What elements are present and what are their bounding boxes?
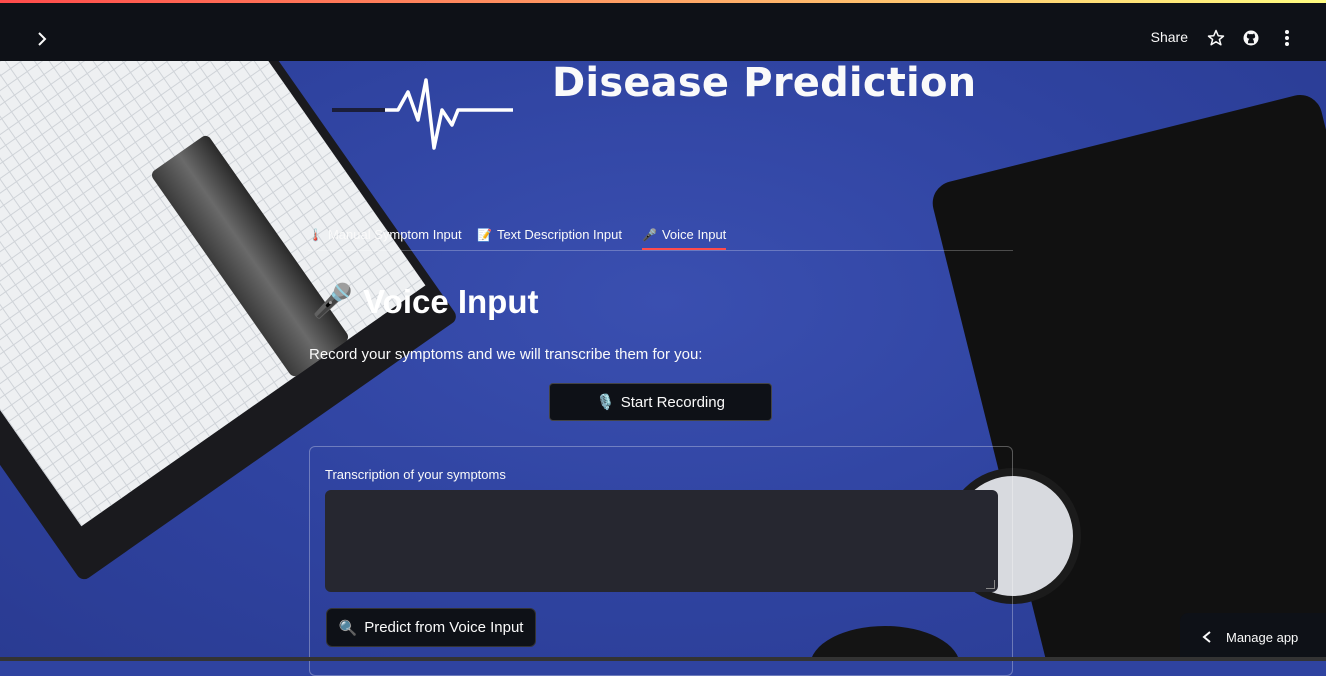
tab-bar: 🌡️ Manual Symptom Input 📝 Text Descripti… <box>308 215 1013 251</box>
resize-handle-icon[interactable] <box>986 580 995 589</box>
github-icon[interactable] <box>1239 26 1263 50</box>
tab-text-description-input[interactable]: 📝 Text Description Input <box>477 221 622 248</box>
share-button[interactable]: Share <box>1151 29 1188 45</box>
section-title-text: Voice Input <box>363 282 539 320</box>
section-description: Record your symptoms and we will transcr… <box>309 346 703 363</box>
tab-label: Manual Symptom Input <box>327 227 462 242</box>
section-heading: 🎤 Voice Input <box>312 282 539 321</box>
thermometer-icon: 🌡️ <box>308 227 323 242</box>
page-title: Disease Prediction <box>552 60 977 106</box>
microphone-icon: 🎤 <box>312 282 354 319</box>
memo-icon: 📝 <box>477 227 492 242</box>
magnifier-icon: 🔍 <box>338 619 358 637</box>
transcription-label: Transcription of your symptoms <box>325 467 506 482</box>
app-header: Share <box>0 3 1326 61</box>
predict-from-voice-button[interactable]: 🔍 Predict from Voice Input <box>326 608 536 647</box>
microphone-icon: 🎤 <box>642 227 657 242</box>
manage-app-label: Manage app <box>1226 629 1299 645</box>
more-vertical-icon[interactable] <box>1275 26 1299 50</box>
star-icon[interactable] <box>1204 26 1228 50</box>
studio-microphone-icon: 🎙️ <box>596 394 615 411</box>
start-recording-button[interactable]: 🎙️ Start Recording <box>549 383 772 421</box>
chevron-left-icon <box>1202 631 1211 643</box>
horizontal-scrollbar[interactable] <box>0 657 1326 661</box>
tab-manual-symptom-input[interactable]: 🌡️ Manual Symptom Input <box>308 221 462 248</box>
start-recording-label: Start Recording <box>620 393 725 411</box>
transcription-form: Transcription of your symptoms 🔍 Predict… <box>309 446 1013 676</box>
tab-voice-input[interactable]: 🎤 Voice Input <box>642 221 727 250</box>
heartbeat-logo-icon <box>332 78 513 150</box>
predict-label: Predict from Voice Input <box>364 619 524 636</box>
chevron-right-icon[interactable] <box>30 27 54 51</box>
tab-label: Text Description Input <box>496 227 622 242</box>
transcription-textarea[interactable] <box>325 490 998 592</box>
manage-app-button[interactable]: Manage app <box>1180 613 1326 661</box>
tab-label: Voice Input <box>661 227 727 242</box>
